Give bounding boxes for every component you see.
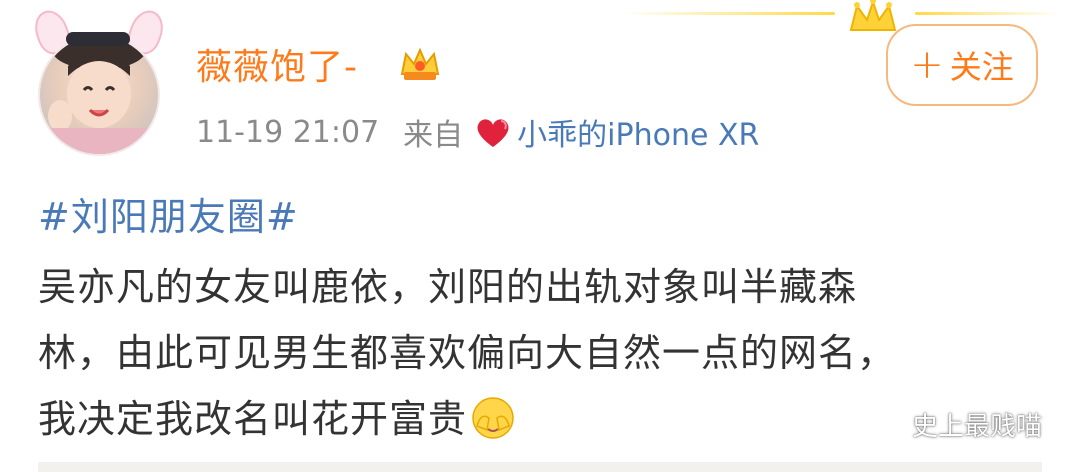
username[interactable]: 薇薇饱了- — [196, 38, 358, 90]
post-text-segment: 我决定我改名叫花开富贵 — [38, 397, 468, 441]
watermark-text: 史上最贱喵 — [912, 412, 1043, 442]
heart-icon — [477, 119, 509, 147]
post-meta: 11-19 21:07 来自 小乖的iPhone XR — [196, 110, 759, 154]
watermark: 史上最贱喵 — [866, 406, 1042, 443]
follow-button-label: 关注 — [949, 48, 1014, 86]
avatar-image — [38, 34, 160, 156]
post-timestamp: 11-19 21:07 — [196, 114, 380, 150]
banner-decoration-line — [915, 12, 1060, 15]
post-source-link[interactable]: 小乖的iPhone XR — [517, 110, 759, 154]
next-card-edge — [38, 462, 1042, 472]
wechat-icon — [866, 408, 904, 439]
post-text-line: 林，由此可见男生都喜欢偏向大自然一点的网名， — [38, 331, 897, 375]
post-text-line: 我决定我改名叫花开富贵 — [38, 388, 515, 443]
plus-icon: + — [910, 42, 944, 88]
post-text-line: 吴亦凡的女友叫鹿依，刘阳的出轨对象叫半藏森 — [38, 265, 858, 309]
avatar[interactable] — [22, 4, 172, 156]
follow-button[interactable]: + 关注 — [886, 24, 1038, 106]
shy-face-emoji-icon — [472, 397, 514, 439]
banner-decoration-line — [620, 12, 835, 15]
headband-decoration — [66, 32, 130, 46]
crown-badge-icon[interactable] — [398, 44, 442, 84]
hashtag-link[interactable]: #刘阳朋友圈# — [38, 186, 299, 241]
from-label: 来自 — [403, 118, 464, 153]
